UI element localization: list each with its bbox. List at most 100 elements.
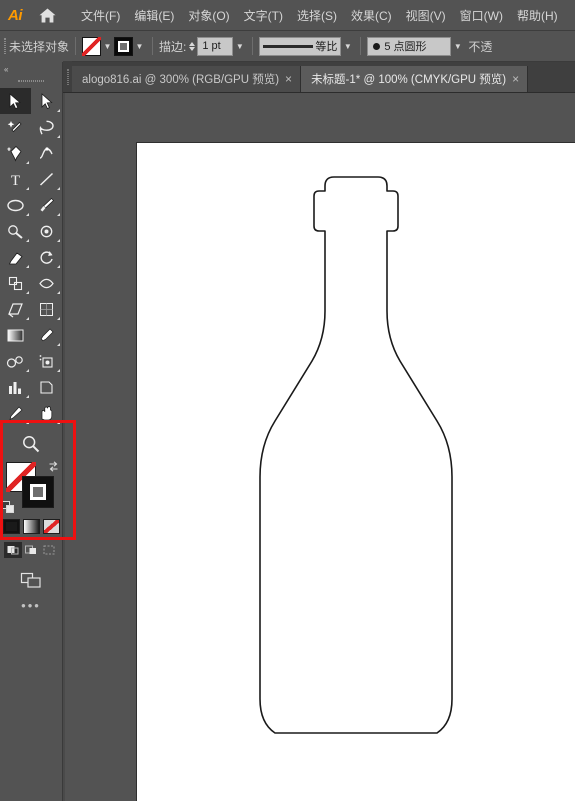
stroke-weight-input[interactable]: 1 pt [197,37,233,56]
document-tab-untitled-1[interactable]: 未标题-1* @ 100% (CMYK/GPU 预览) × [301,66,528,92]
blob-brush-tool[interactable] [31,218,62,244]
type-tool[interactable]: T [0,166,31,192]
curvature-tool[interactable] [31,140,62,166]
menu-item-list: 文件(F) 编辑(E) 对象(O) 文字(T) 选择(S) 效果(C) 视图(V… [74,3,565,28]
fill-chevron-down-icon[interactable]: ▼ [101,37,114,56]
menu-bar: Ai 文件(F) 编辑(E) 对象(O) 文字(T) 选择(S) 效果(C) 视… [0,0,575,31]
hand-tool[interactable] [31,400,62,426]
control-bar-grip[interactable] [0,31,9,62]
direct-selection-tool[interactable] [31,88,62,114]
tool-flyout-indicator [26,421,29,424]
control-bar: 未选择对象 ▼ ▼ 描边: 1 pt ▼ 等比 ▼ 5 点圆形 ▼ 不透 [0,31,575,62]
stroke-weight-stepper[interactable] [186,37,197,56]
gradient-tool[interactable] [0,322,31,348]
menu-item-view[interactable]: 视图(V) [399,3,453,28]
fill-stroke-proxy [0,460,62,516]
tool-flyout-indicator [26,369,29,372]
home-icon[interactable] [30,0,64,31]
slice-tool[interactable] [0,400,31,426]
close-icon[interactable]: × [285,73,292,85]
menu-item-edit[interactable]: 编辑(E) [127,3,181,28]
draw-inside-button[interactable] [40,542,58,558]
ellipse-tool[interactable] [0,192,31,218]
brush-preview-dot [373,43,380,50]
brush-definition-select[interactable]: 5 点圆形 [367,37,451,56]
paintbrush-tool[interactable] [31,192,62,218]
lasso-tool[interactable] [31,114,62,140]
menu-item-select[interactable]: 选择(S) [290,3,344,28]
fill-swatch[interactable] [82,37,101,56]
symbol-sprayer-tool[interactable] [31,348,62,374]
menu-item-file[interactable]: 文件(F) [74,3,127,28]
column-graph-tool[interactable] [0,374,31,400]
close-icon[interactable]: × [512,73,519,85]
wine-bottle-outline[interactable] [137,143,575,801]
tool-flyout-indicator [57,291,60,294]
tool-grid: T [0,88,62,426]
eyedropper-tool[interactable] [31,322,62,348]
puppet-warp-tool[interactable] [31,296,62,322]
tool-flyout-indicator [26,395,29,398]
pen-tool[interactable] [0,140,31,166]
default-fill-stroke-icon[interactable] [2,501,15,514]
none-mode-button[interactable] [43,519,60,534]
draw-normal-button[interactable] [4,542,22,558]
artboard-tool[interactable] [31,374,62,400]
stroke-black-swatch[interactable] [22,476,54,508]
menu-item-effect[interactable]: 效果(C) [344,3,399,28]
tools-panel: « [0,62,63,801]
tool-flyout-indicator [57,265,60,268]
canvas-left-edge [63,93,65,801]
brush-label: 5 点圆形 [384,38,426,54]
stroke-chevron-down-icon[interactable]: ▼ [133,37,146,56]
shaper-tool[interactable] [0,218,31,244]
toolbar-grip[interactable] [0,76,62,86]
rotate-tool[interactable] [31,244,62,270]
opacity-label: 不透 [468,38,492,55]
menu-item-type[interactable]: 文字(T) [237,3,290,28]
arrange-documents-icon[interactable] [0,566,62,594]
document-tab-alogo816[interactable]: alogo816.ai @ 300% (RGB/GPU 预览) × [72,66,301,92]
line-segment-tool[interactable] [31,166,62,192]
canvas-area[interactable] [63,93,575,801]
gradient-mode-button[interactable] [23,519,40,534]
tool-flyout-indicator [26,187,29,190]
tool-flyout-indicator [26,161,29,164]
stroke-swatch[interactable] [114,37,133,56]
tool-flyout-indicator [57,369,60,372]
brush-chevron-down-icon[interactable]: ▼ [451,37,464,56]
tool-flyout-indicator [57,135,60,138]
selection-tool[interactable] [0,88,31,114]
draw-behind-button[interactable] [22,542,40,558]
width-tool[interactable] [31,270,62,296]
divider [75,37,76,55]
eraser-tool[interactable] [0,244,31,270]
tab-bar-grip[interactable] [63,61,72,92]
edit-toolbar-button[interactable]: ••• [0,594,62,616]
artboard[interactable] [137,143,575,801]
menu-item-window[interactable]: 窗口(W) [453,3,510,28]
swap-fill-stroke-icon[interactable] [47,460,60,473]
free-transform-tool[interactable] [0,296,31,322]
stroke-profile-select[interactable]: 等比 [259,37,341,56]
drawing-mode-row [0,542,62,558]
blend-tool[interactable] [0,348,31,374]
color-mode-button[interactable] [3,519,20,534]
divider [360,37,361,55]
divider [252,37,253,55]
svg-text:T: T [11,173,20,188]
menu-item-object[interactable]: 对象(O) [181,3,236,28]
tool-flyout-indicator [57,239,60,242]
tool-flyout-indicator [26,317,29,320]
divider [152,37,153,55]
toolbar-collapse-icon[interactable]: « [0,62,62,76]
zoom-tool[interactable] [0,430,62,458]
scale-tool[interactable] [0,270,31,296]
profile-chevron-down-icon[interactable]: ▼ [341,37,354,56]
tool-flyout-indicator [57,343,60,346]
stroke-weight-chevron-down-icon[interactable]: ▼ [233,37,246,56]
tool-flyout-indicator [57,213,60,216]
menu-item-help[interactable]: 帮助(H) [510,3,565,28]
magic-wand-tool[interactable] [0,114,31,140]
tool-flyout-indicator [57,317,60,320]
